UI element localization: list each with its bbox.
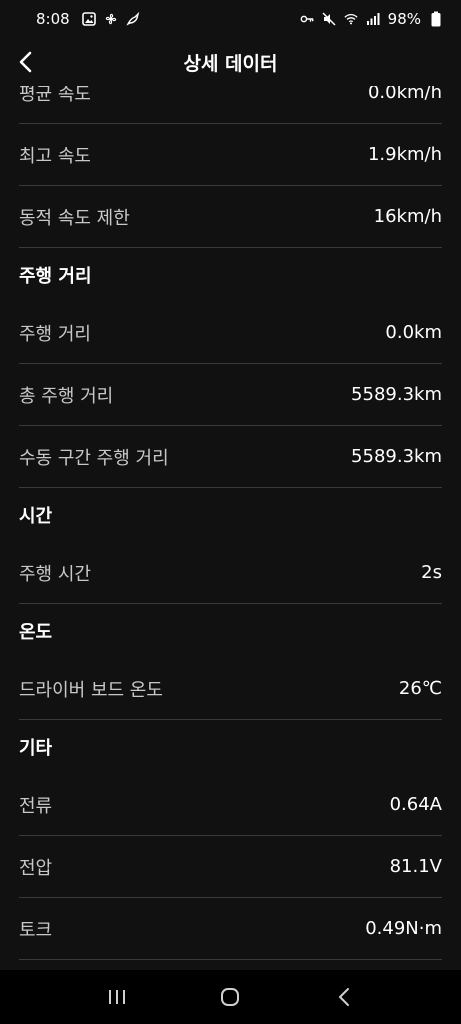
list-item-total-distance: 총 주행 거리 5589.3km xyxy=(19,364,442,426)
status-left: 8:08 xyxy=(36,10,140,28)
row-value: 26℃ xyxy=(398,678,442,699)
recent-apps-icon xyxy=(108,990,125,1004)
status-right: 98% xyxy=(300,10,443,28)
list-item-ride-time: 주행 시간 2s xyxy=(19,542,442,604)
row-label: 주행 거리 xyxy=(19,323,91,345)
row-label: 전압 xyxy=(19,857,53,879)
bird-icon xyxy=(126,12,140,26)
status-time: 8:08 xyxy=(36,10,70,28)
key-icon xyxy=(300,12,314,26)
row-value: 5589.3km xyxy=(351,384,442,405)
image-icon xyxy=(81,12,96,26)
list-item-voltage: 전압 81.1V xyxy=(19,836,442,898)
row-value: 1.9km/h xyxy=(367,144,442,165)
row-value: 0.0km xyxy=(385,322,442,343)
mute-icon xyxy=(322,12,336,26)
system-nav-bar xyxy=(0,970,461,1024)
row-value: 0.64A xyxy=(389,794,442,815)
back-button[interactable] xyxy=(10,46,42,78)
row-label: 토크 xyxy=(19,919,53,941)
row-value: 16km/h xyxy=(373,206,442,227)
section-title-time: 시간 xyxy=(19,506,53,527)
back-icon xyxy=(339,988,350,1006)
chevron-left-icon xyxy=(19,51,32,73)
row-label: 최고 속도 xyxy=(19,145,91,167)
row-value: 0.49N·m xyxy=(365,918,442,939)
home-button[interactable] xyxy=(210,977,250,1017)
app-header: 상세 데이터 xyxy=(0,38,461,86)
list-item-current: 전류 0.64A xyxy=(19,774,442,836)
row-label: 수동 구간 주행 거리 xyxy=(19,447,169,469)
list-item-torque: 토크 0.49N·m xyxy=(19,898,442,960)
row-value: 5589.3km xyxy=(351,446,442,467)
row-label: 드라이버 보드 온도 xyxy=(19,679,163,701)
section-title-distance: 주행 거리 xyxy=(19,266,92,287)
list-item-manual-distance: 수동 구간 주행 거리 5589.3km xyxy=(19,426,442,488)
row-value: 2s xyxy=(421,562,442,583)
list-item-dynamic-speed-limit: 동적 속도 제한 16km/h xyxy=(19,186,442,248)
recent-apps-button[interactable] xyxy=(97,977,137,1017)
list-item-driver-board-temp: 드라이버 보드 온도 26℃ xyxy=(19,658,442,720)
list-item-max-speed: 최고 속도 1.9km/h xyxy=(19,124,442,186)
battery-icon xyxy=(429,11,443,27)
battery-percent: 98% xyxy=(387,10,421,28)
list-item-trip-distance: 주행 거리 0.0km xyxy=(19,302,442,364)
page-title: 상세 데이터 xyxy=(183,52,278,75)
section-title-other: 기타 xyxy=(19,738,53,759)
home-icon xyxy=(221,988,240,1006)
row-label: 전류 xyxy=(19,795,53,817)
row-label: 주행 시간 xyxy=(19,563,91,585)
screen: 8:08 98% 상세 데이터 평균 속도 0.0km/h 최고 속도 1.9k… xyxy=(0,0,461,1024)
status-bar: 8:08 98% xyxy=(0,0,461,38)
row-label: 총 주행 거리 xyxy=(19,385,114,407)
wifi-icon xyxy=(344,12,358,26)
section-title-temperature: 온도 xyxy=(19,622,53,643)
fan-icon xyxy=(104,12,118,26)
detail-list[interactable]: 평균 속도 0.0km/h 최고 속도 1.9km/h 동적 속도 제한 16k… xyxy=(0,62,461,960)
row-label: 동적 속도 제한 xyxy=(19,207,130,229)
row-value: 81.1V xyxy=(389,856,442,877)
system-back-button[interactable] xyxy=(324,977,364,1017)
signal-icon xyxy=(366,12,380,26)
